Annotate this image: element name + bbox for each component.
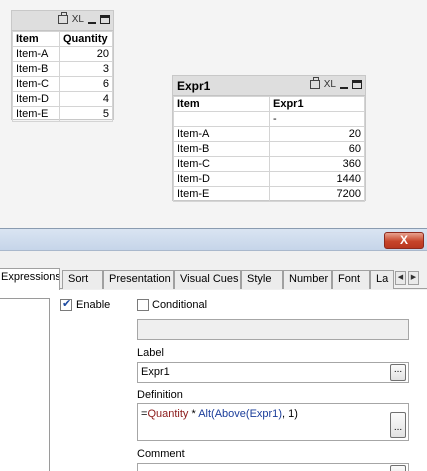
cell-expr1: 20 <box>269 126 365 142</box>
table-row[interactable]: Item-E 7200 <box>173 186 365 202</box>
table-caption-bar: Expr1 XL <box>173 76 365 96</box>
cell-item[interactable]: Item-D <box>173 171 270 187</box>
header-row: Item Expr1 <box>173 96 365 112</box>
label-caption: Label <box>137 347 164 359</box>
expression-list[interactable] <box>0 298 50 471</box>
def-fn-above: Above( <box>214 408 250 420</box>
tab-sort[interactable]: Sort <box>62 270 103 289</box>
cell-item[interactable]: Item-B <box>12 61 60 77</box>
total-cell-item <box>173 111 270 127</box>
def-tail: , 1) <box>281 408 298 420</box>
def-field-quantity: Quantity <box>147 408 189 420</box>
data-table: Item Quantity Item-A 20 Item-B 3 Item-C 6 I… <box>12 31 113 122</box>
table-row[interactable]: Item-E 5 <box>12 106 113 122</box>
cell-quantity: 20 <box>59 46 113 62</box>
label-input[interactable]: Expr1 <box>137 362 409 383</box>
cell-item[interactable]: Item-A <box>12 46 60 62</box>
definition-caption: Definition <box>137 389 183 401</box>
excel-export-icon[interactable]: XL <box>324 79 336 90</box>
comment-caption: Comment <box>137 448 185 460</box>
cell-expr1: 60 <box>269 141 365 157</box>
column-header-item[interactable]: Item <box>12 31 60 47</box>
header-row: Item Quantity <box>12 31 113 47</box>
total-row: - <box>173 111 365 127</box>
dialog-titlebar[interactable]: X <box>0 229 427 251</box>
table-caption-bar: XL <box>12 11 113 31</box>
cell-item[interactable]: Item-C <box>12 76 60 92</box>
cell-item[interactable]: Item-E <box>173 186 270 202</box>
tab-scroll-left-icon[interactable]: ◀ <box>395 271 406 285</box>
tab-scroll-right-icon[interactable]: ▶ <box>408 271 419 285</box>
cell-item[interactable]: Item-B <box>173 141 270 157</box>
def-arg-expr1: Expr1 <box>249 408 279 420</box>
tab-expressions[interactable]: Expressions <box>0 268 60 290</box>
data-table: Item Expr1 - Item-A 20 Item-B 60 Item-C 360… <box>173 96 365 202</box>
column-header-expr1[interactable]: Expr1 <box>269 96 365 112</box>
tab-layout[interactable]: La <box>370 270 394 289</box>
definition-browse-button[interactable]: ... <box>390 412 406 438</box>
column-header-quantity[interactable]: Quantity <box>59 31 113 47</box>
conditional-checkbox[interactable] <box>137 299 149 311</box>
table-row[interactable]: Item-C 360 <box>173 156 365 172</box>
cell-expr1: 1440 <box>269 171 365 187</box>
print-icon[interactable] <box>57 12 68 24</box>
table-row[interactable]: Item-D 1440 <box>173 171 365 187</box>
column-header-item[interactable]: Item <box>173 96 270 112</box>
close-button[interactable]: X <box>384 232 424 249</box>
label-browse-button[interactable]: ... <box>390 364 406 381</box>
table-row[interactable]: Item-A 20 <box>173 126 365 142</box>
tab-font[interactable]: Font <box>332 270 370 289</box>
excel-export-icon[interactable]: XL <box>72 14 84 25</box>
enable-checkbox[interactable] <box>60 297 72 311</box>
minimize-icon[interactable] <box>340 86 348 89</box>
chart-properties-dialog: X Sort Presentation Visual Cues Style Nu… <box>0 228 427 471</box>
print-icon[interactable] <box>309 77 320 89</box>
table-row[interactable]: Item-B 60 <box>173 141 365 157</box>
table-row[interactable]: Item-D 4 <box>12 91 113 107</box>
straight-table-quantity: XL Item Quantity Item-A 20 Item-B 3 Item-C… <box>11 10 114 122</box>
cell-expr1: 7200 <box>269 186 365 202</box>
definition-editor[interactable]: =Quantity * Alt(Above(Expr1), 1) <box>137 403 409 441</box>
tab-style[interactable]: Style <box>241 270 283 289</box>
tab-strip: Sort Presentation Visual Cues Style Numb… <box>0 268 427 290</box>
cell-item[interactable]: Item-E <box>12 106 60 122</box>
enable-label: Enable <box>76 299 111 311</box>
cell-quantity: 5 <box>59 106 113 122</box>
total-cell-expr1: - <box>269 111 365 127</box>
maximize-icon[interactable] <box>100 15 110 24</box>
conditional-label: Conditional <box>152 299 208 311</box>
comment-browse-button[interactable]: ... <box>390 465 406 471</box>
table-caption-title: Expr1 <box>177 79 211 93</box>
cell-item[interactable]: Item-A <box>173 126 270 142</box>
conditional-input[interactable] <box>137 319 409 340</box>
maximize-icon[interactable] <box>352 80 362 89</box>
cell-quantity: 4 <box>59 91 113 107</box>
straight-table-expr1: Expr1 XL Item Expr1 - Item-A 20 Item-B 60 … <box>172 75 366 202</box>
tab-presentation[interactable]: Presentation <box>103 270 174 289</box>
cell-item[interactable]: Item-D <box>12 91 60 107</box>
cell-item[interactable]: Item-C <box>173 156 270 172</box>
def-fn-alt: Alt( <box>198 408 215 420</box>
minimize-icon[interactable] <box>88 21 96 24</box>
def-operator: * <box>188 408 199 420</box>
cell-quantity: 3 <box>59 61 113 77</box>
tab-visual-cues[interactable]: Visual Cues <box>174 270 241 289</box>
table-row[interactable]: Item-B 3 <box>12 61 113 77</box>
cell-expr1: 360 <box>269 156 365 172</box>
expressions-panel: Enable Conditional Label Expr1 ... Defin… <box>0 290 427 471</box>
table-row[interactable]: Item-A 20 <box>12 46 113 62</box>
cell-quantity: 6 <box>59 76 113 92</box>
tab-number[interactable]: Number <box>283 270 332 289</box>
comment-input[interactable] <box>137 463 409 471</box>
table-row[interactable]: Item-C 6 <box>12 76 113 92</box>
